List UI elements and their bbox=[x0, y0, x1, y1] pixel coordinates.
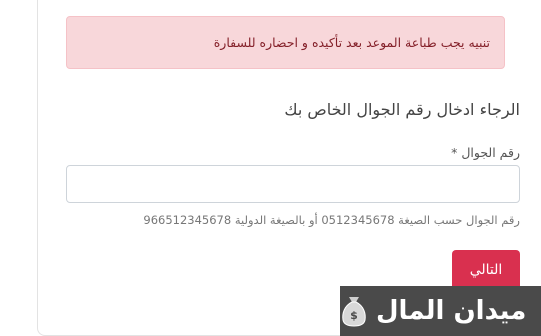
alert-text: تنبيه يجب طباعة الموعد بعد تأكيده و احضا… bbox=[213, 35, 490, 50]
phone-field-label: رقم الجوال * bbox=[320, 145, 520, 160]
watermark-text: ميدان المال bbox=[376, 296, 527, 326]
form-heading: الرجاء ادخال رقم الجوال الخاص بك bbox=[284, 100, 520, 119]
svg-text:$: $ bbox=[350, 309, 358, 322]
money-bag-icon: $ bbox=[342, 297, 366, 327]
phone-label-text: رقم الجوال bbox=[461, 145, 520, 160]
phone-help-text: رقم الجوال حسب الصيغة 0512345678 أو بالص… bbox=[143, 213, 520, 227]
required-mark: * bbox=[451, 145, 458, 160]
next-button[interactable]: التالي bbox=[452, 250, 520, 290]
alert-banner: تنبيه يجب طباعة الموعد بعد تأكيده و احضا… bbox=[66, 16, 505, 69]
watermark: ميدان المال $ bbox=[340, 286, 541, 336]
phone-input[interactable] bbox=[66, 165, 520, 203]
